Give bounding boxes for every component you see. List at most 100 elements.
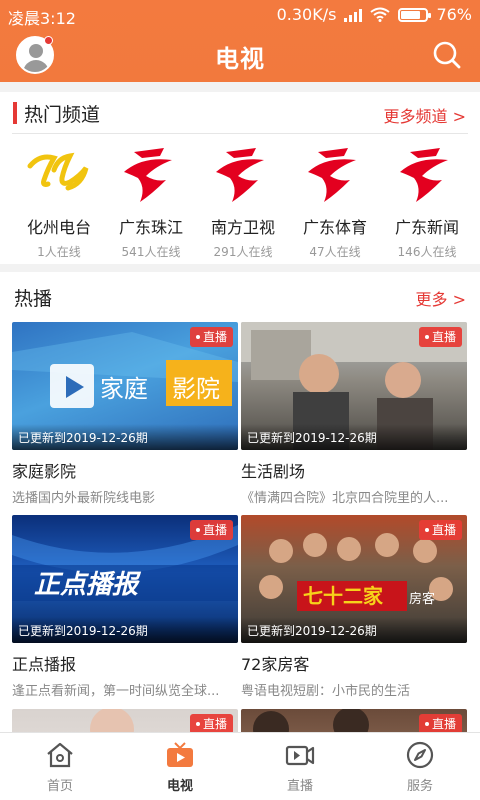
status-right: 0.30K/s 76% [277, 5, 472, 24]
art-text: 房客 [409, 591, 435, 607]
more-channels-link[interactable]: 更多频道 > [384, 103, 467, 127]
live-badge-label: 直播 [431, 523, 456, 537]
live-badge-label: 直播 [202, 717, 227, 731]
live-badge-label: 直播 [431, 717, 456, 731]
channel-name: 南方卫视 [210, 218, 275, 237]
top-bar: 凌晨3:12 0.30K/s 76% 电视 [0, 0, 480, 82]
live-badge: 直播 [189, 714, 233, 732]
channel-item[interactable]: 广东新闻 146人在线 [381, 144, 473, 260]
hot-channels-title: 热门频道 [24, 104, 101, 126]
art-text: 家庭 [100, 375, 148, 403]
update-info: 已更新到2019-12-26期 [241, 617, 467, 643]
show-description: 逢正点看新闻，第一时间纵览全球... [12, 684, 220, 699]
channel-name: 广东珠江 [118, 218, 183, 237]
status-time: 凌晨3:12 [8, 9, 76, 28]
show-thumbnail[interactable]: 家庭 影院 直播 已更新到2019-12-26期 [12, 322, 238, 450]
nav-tv[interactable]: 电视 [120, 733, 240, 800]
show-thumbnail[interactable]: 直播 已更新到2019-12-26期 [241, 322, 467, 450]
show-title: 家庭影院 [12, 462, 77, 481]
channel-online-count: 1人在线 [37, 245, 81, 259]
hot-shows-section: 热播 更多 > 家庭 影院 直播 已更新到2019-12-26期 家庭影院 选播… [0, 272, 480, 732]
divider [12, 133, 468, 134]
nav-home[interactable]: 首页 [0, 733, 120, 800]
show-thumbnail[interactable]: 七十二家 房客 直播 已更新到2019-12-26期 [241, 515, 467, 643]
live-badge-label: 直播 [202, 330, 227, 344]
channel-name: 广东新闻 [394, 218, 459, 237]
show-description: 选播国内外最新院线电影 [12, 491, 156, 506]
live-badge-label: 直播 [202, 523, 227, 537]
battery-percent: 76% [436, 5, 472, 24]
nav-label: 电视 [166, 779, 193, 794]
hot-channels-section: 热门频道 更多频道 > 化州电台 1人在线 广东珠江 541人在线 南方卫视 2… [0, 92, 480, 264]
nav-label: 服务 [406, 779, 433, 794]
live-dot-icon [195, 527, 200, 532]
live-dot-icon [424, 721, 429, 726]
nav-live[interactable]: 直播 [240, 733, 360, 800]
update-info: 已更新到2019-12-26期 [12, 617, 238, 643]
status-bar: 凌晨3:12 0.30K/s 76% [0, 0, 480, 30]
show-description: 粤语电视短剧：小市民的生活 [241, 684, 411, 699]
live-dot-icon [195, 334, 200, 339]
tv-icon [167, 742, 193, 767]
show-thumbnail[interactable]: 直播 [12, 709, 238, 732]
signal-icon [344, 8, 363, 22]
channel-item[interactable]: 南方卫视 291人在线 [197, 144, 289, 260]
bottom-nav: 首页 电视 直播 服务 [0, 732, 480, 800]
battery-icon [398, 7, 432, 22]
hot-channels-header: 热门频道 更多频道 > [0, 92, 480, 132]
show-description: 《情满四合院》北京四合院里的人... [241, 491, 449, 506]
show-title: 72家房客 [241, 655, 310, 674]
gdtv-logo-icon [308, 148, 356, 202]
hot-shows-title: 热播 [14, 288, 53, 310]
wifi-icon [370, 7, 391, 22]
show-card[interactable]: 家庭 影院 直播 已更新到2019-12-26期 家庭影院 选播国内外最新院线电… [12, 322, 238, 506]
show-card[interactable]: 直播 [241, 709, 467, 732]
gdtv-logo-icon [400, 148, 448, 202]
channel-online-count: 541人在线 [121, 245, 181, 259]
update-info: 已更新到2019-12-26期 [241, 424, 467, 450]
update-info: 已更新到2019-12-26期 [12, 424, 238, 450]
channel-name: 化州电台 [26, 218, 91, 237]
show-card[interactable]: 正点播报 直播 已更新到2019-12-26期 正点播报 逢正点看新闻，第一时间… [12, 515, 238, 699]
show-card[interactable]: 直播 已更新到2019-12-26期 生活剧场 《情满四合院》北京四合院里的人.… [241, 322, 467, 506]
nav-label: 直播 [286, 779, 313, 794]
header: 电视 [0, 30, 480, 82]
live-dot-icon [195, 721, 200, 726]
network-speed: 0.30K/s [276, 5, 337, 24]
page-title: 电视 [215, 45, 265, 73]
channel-list: 化州电台 1人在线 广东珠江 541人在线 南方卫视 291人在线 广东体育 4… [0, 144, 480, 260]
channel-item[interactable]: 化州电台 1人在线 [13, 144, 105, 260]
live-badge-label: 直播 [431, 330, 456, 344]
art-text: 正点播报 [34, 570, 142, 600]
live-badge: 直播 [418, 520, 462, 540]
show-thumbnail[interactable]: 正点播报 直播 已更新到2019-12-26期 [12, 515, 238, 643]
live-badge: 直播 [189, 327, 233, 347]
live-dot-icon [424, 334, 429, 339]
live-badge: 直播 [418, 327, 462, 347]
nav-label: 首页 [46, 779, 73, 794]
show-card[interactable]: 七十二家 房客 直播 已更新到2019-12-26期 72家房客 粤语电视短剧：… [241, 515, 467, 699]
gdtv-logo-icon [124, 148, 172, 202]
channel-online-count: 47人在线 [309, 245, 361, 259]
channel-online-count: 291人在线 [213, 245, 273, 259]
live-video-icon [285, 745, 315, 766]
channel-online-count: 146人在线 [397, 245, 457, 259]
battery-fill [401, 10, 420, 19]
live-badge: 直播 [189, 520, 233, 540]
show-thumbnail[interactable]: 直播 [241, 709, 467, 732]
nav-service[interactable]: 服务 [360, 733, 480, 800]
show-title: 生活剧场 [241, 462, 306, 481]
gdtv-logo-icon [216, 148, 264, 202]
art-text: 影院 [172, 375, 220, 403]
huazhou-radio-logo-icon [27, 152, 89, 191]
live-badge: 直播 [418, 714, 462, 732]
channel-item[interactable]: 广东体育 47人在线 [289, 144, 381, 260]
more-shows-link[interactable]: 更多 > [416, 286, 467, 310]
art-text: 七十二家 [303, 584, 384, 608]
channel-item[interactable]: 广东珠江 541人在线 [105, 144, 197, 260]
live-dot-icon [424, 527, 429, 532]
show-title: 正点播报 [12, 655, 77, 674]
show-card[interactable]: 直播 [12, 709, 238, 732]
search-icon[interactable] [430, 38, 464, 72]
channel-name: 广东体育 [302, 218, 367, 237]
